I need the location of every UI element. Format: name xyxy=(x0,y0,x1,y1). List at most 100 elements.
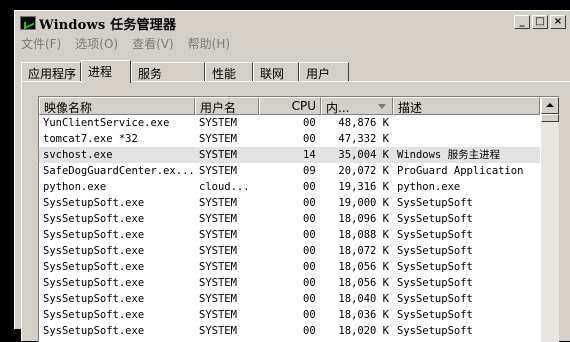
process-row[interactable]: SysSetupSoft.exe SYSTEM 00 18,056 K SysSetup… xyxy=(39,275,540,291)
process-description: SysSetupSoft xyxy=(397,261,473,273)
process-row[interactable]: SysSetupSoft.exe SYSTEM 00 18,072 K SysSetup… xyxy=(39,243,540,259)
process-user-name: SYSTEM xyxy=(199,117,237,129)
maximize-button[interactable]: □ xyxy=(532,15,548,29)
scroll-up-button[interactable] xyxy=(541,97,559,114)
process-image-name: YunClientService.exe xyxy=(43,117,170,129)
menu-help[interactable]: 帮助(H) xyxy=(188,35,230,52)
process-list[interactable]: 映像名称 用户名 CPU 内... 描述 YunClientService.ex… xyxy=(38,96,559,342)
process-user-name: SYSTEM xyxy=(199,213,237,225)
process-user-name: cloud... xyxy=(199,181,250,193)
processes-panel: 映像名称 用户名 CPU 内... 描述 YunClientService.ex… xyxy=(21,81,570,342)
process-cpu: 00 xyxy=(303,117,316,129)
process-image-name: tomcat7.exe *32 xyxy=(43,133,138,145)
process-image-name: SysSetupSoft.exe xyxy=(43,325,145,337)
process-image-name: SysSetupSoft.exe xyxy=(43,293,145,305)
process-description: SysSetupSoft xyxy=(397,277,473,289)
process-cpu: 00 xyxy=(303,181,316,193)
process-image-name: SafeDogGuardCenter.ex... xyxy=(43,165,195,177)
process-row[interactable]: SysSetupSoft.exe SYSTEM 00 18,096 K SysSetup… xyxy=(39,211,540,227)
tab-processes[interactable]: 进程 xyxy=(81,60,131,83)
process-cpu: 00 xyxy=(303,229,316,241)
process-row[interactable]: SysSetupSoft.exe SYSTEM 00 18,088 K SysSetup… xyxy=(39,227,540,243)
process-cpu: 00 xyxy=(303,245,316,257)
process-memory: 18,036 K xyxy=(338,309,389,321)
process-user-name: SYSTEM xyxy=(199,133,237,145)
sort-descending-icon xyxy=(378,104,386,109)
menu-options[interactable]: 选项(O) xyxy=(75,35,118,52)
process-row[interactable]: SysSetupSoft.exe SYSTEM 00 18,040 K SysSetup… xyxy=(39,291,540,307)
process-memory: 18,040 K xyxy=(338,293,389,305)
process-user-name: SYSTEM xyxy=(199,325,237,337)
process-row[interactable]: SysSetupSoft.exe SYSTEM 00 18,036 K SysSetup… xyxy=(39,307,540,323)
vertical-scrollbar[interactable] xyxy=(541,97,559,342)
process-row[interactable]: YunClientService.exe SYSTEM 00 48,876 K xyxy=(39,115,540,131)
tab-networking[interactable]: 联网 xyxy=(253,62,299,81)
process-memory: 47,332 K xyxy=(338,133,389,145)
process-cpu: 00 xyxy=(303,213,316,225)
process-row[interactable]: SysSetupSoft.exe SYSTEM 00 18,020 K SysSetup… xyxy=(39,323,540,339)
window-title: Windows 任务管理器 xyxy=(39,17,177,33)
process-description: SysSetupSoft xyxy=(397,245,473,257)
process-user-name: SYSTEM xyxy=(199,165,237,177)
tab-performance[interactable]: 性能 xyxy=(205,62,253,81)
process-cpu: 00 xyxy=(303,277,316,289)
process-image-name: SysSetupSoft.exe xyxy=(43,229,145,241)
process-description: SysSetupSoft xyxy=(397,325,473,337)
title-bar[interactable]: Windows 任务管理器 _ □ × xyxy=(16,12,570,34)
process-cpu: 00 xyxy=(303,261,316,273)
process-memory: 48,876 K xyxy=(338,117,389,129)
process-cpu: 00 xyxy=(303,197,316,209)
process-memory: 18,056 K xyxy=(338,277,389,289)
process-list-header: 映像名称 用户名 CPU 内... 描述 xyxy=(39,97,540,115)
column-user-name[interactable]: 用户名 xyxy=(195,97,259,115)
column-cpu[interactable]: CPU xyxy=(259,97,321,115)
process-description: SysSetupSoft xyxy=(397,309,473,321)
process-row[interactable]: SafeDogGuardCenter.ex... SYSTEM 09 20,072 K… xyxy=(39,163,540,179)
process-user-name: SYSTEM xyxy=(199,293,237,305)
process-row[interactable]: python.exe cloud... 00 19,316 K python.exe xyxy=(39,179,540,195)
arrow-up-icon xyxy=(546,103,554,107)
process-memory: 19,316 K xyxy=(338,181,389,193)
process-memory: 18,020 K xyxy=(338,325,389,337)
process-description: SysSetupSoft xyxy=(397,229,473,241)
process-cpu: 00 xyxy=(303,133,316,145)
process-user-name: SYSTEM xyxy=(199,261,237,273)
process-memory: 18,072 K xyxy=(338,245,389,257)
process-memory: 18,088 K xyxy=(338,229,389,241)
process-image-name: SysSetupSoft.exe xyxy=(43,197,145,209)
process-user-name: SYSTEM xyxy=(199,149,237,161)
tab-services[interactable]: 服务 xyxy=(131,62,205,81)
process-image-name: SysSetupSoft.exe xyxy=(43,309,145,321)
tab-users[interactable]: 用户 xyxy=(299,62,349,81)
process-memory: 18,056 K xyxy=(338,261,389,273)
column-image-name[interactable]: 映像名称 xyxy=(39,97,195,115)
menu-view[interactable]: 查看(V) xyxy=(132,35,174,52)
minimize-button[interactable]: _ xyxy=(514,15,530,29)
process-description: SysSetupSoft xyxy=(397,293,473,305)
process-memory: 18,096 K xyxy=(338,213,389,225)
process-image-name: svchost.exe xyxy=(43,149,113,161)
process-row[interactable]: tomcat7.exe *32 SYSTEM 00 47,332 K xyxy=(39,131,540,147)
process-cpu: 00 xyxy=(303,325,316,337)
process-row[interactable]: SysSetupSoft.exe SYSTEM 00 18,056 K SysSetup… xyxy=(39,259,540,275)
menu-file[interactable]: 文件(F) xyxy=(21,35,61,52)
task-manager-window: Windows 任务管理器 _ □ × 文件(F) 选项(O) 查看(V) 帮助… xyxy=(14,10,570,342)
close-button[interactable]: × xyxy=(550,15,566,29)
process-cpu: 14 xyxy=(303,149,316,161)
process-user-name: SYSTEM xyxy=(199,277,237,289)
process-user-name: SYSTEM xyxy=(199,197,237,209)
process-description: Windows 服务主进程 xyxy=(397,149,501,161)
process-user-name: SYSTEM xyxy=(199,229,237,241)
process-image-name: SysSetupSoft.exe xyxy=(43,245,145,257)
column-description[interactable]: 描述 xyxy=(393,97,540,115)
tab-applications[interactable]: 应用程序 xyxy=(21,62,81,81)
process-description: ProGuard Application xyxy=(397,165,524,177)
process-row[interactable]: svchost.exe SYSTEM 14 35,004 K Windows 服务主进程 xyxy=(39,147,540,163)
process-image-name: python.exe xyxy=(43,181,107,193)
scroll-thumb[interactable] xyxy=(541,114,559,122)
process-description: SysSetupSoft xyxy=(397,213,473,225)
process-row[interactable]: SysSetupSoft.exe SYSTEM 00 19,000 K SysSetup… xyxy=(39,195,540,211)
process-image-name: SysSetupSoft.exe xyxy=(43,261,145,273)
column-memory-label: 内... xyxy=(326,101,350,115)
column-memory[interactable]: 内... xyxy=(321,97,393,115)
